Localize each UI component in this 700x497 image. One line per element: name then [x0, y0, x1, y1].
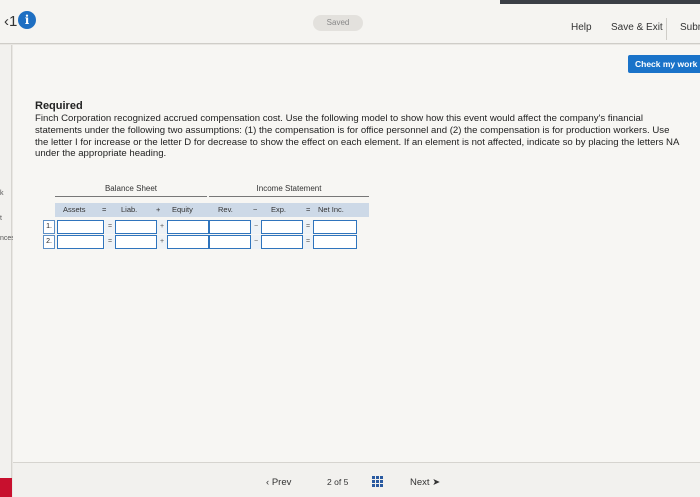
equity-input-1[interactable]	[167, 220, 209, 234]
balance-sheet-underline	[55, 196, 207, 197]
table-row: 1. = + − =	[43, 220, 369, 234]
net-inc-input-2[interactable]	[313, 235, 357, 249]
divider	[666, 18, 667, 40]
next-label: Next	[410, 477, 430, 488]
minus-sign: −	[251, 235, 261, 249]
publisher-logo-icon	[0, 478, 12, 497]
table-row: 2. = + − =	[43, 235, 369, 249]
check-my-work-button[interactable]: Check my work	[628, 55, 700, 73]
equals-sign: =	[303, 220, 313, 234]
column-header-row: Assets = Liab. + Equity Rev. − Exp. = Ne…	[55, 203, 369, 217]
assets-input-2[interactable]	[57, 235, 104, 249]
help-link[interactable]: Help	[571, 22, 592, 33]
submit-button[interactable]: Subm	[680, 22, 700, 33]
equals-sign: =	[303, 235, 313, 249]
equals-sign: =	[105, 220, 115, 234]
income-statement-underline	[209, 196, 369, 197]
col-exp: Exp.	[271, 205, 287, 214]
col-equity: Equity	[172, 205, 193, 214]
row-number: 1.	[43, 220, 55, 234]
col-liab: Liab.	[121, 205, 138, 214]
prev-label: Prev	[271, 477, 292, 488]
page-indicator: 2 of 5	[327, 477, 349, 487]
exp-input-1[interactable]	[261, 220, 303, 234]
col-assets: Assets	[63, 205, 86, 214]
left-strip-label: k	[0, 190, 4, 197]
col-op-minus: −	[253, 205, 258, 214]
saved-indicator: Saved	[313, 15, 363, 31]
income-statement-header: Income Statement	[256, 184, 322, 193]
left-strip-label: t	[0, 215, 2, 222]
plus-sign: +	[157, 220, 167, 234]
exp-input-2[interactable]	[261, 235, 303, 249]
next-button[interactable]: Next ➤	[410, 477, 440, 488]
rev-input-2[interactable]	[209, 235, 251, 249]
equals-sign: =	[105, 235, 115, 249]
question-number: ‹1	[4, 13, 18, 30]
top-dark-strip	[500, 0, 700, 4]
assets-input-1[interactable]	[57, 220, 104, 234]
liab-input-2[interactable]	[115, 235, 157, 249]
top-bar: ‹1 i Saved Help Save & Exit Subm	[0, 0, 700, 44]
left-panel-strip[interactable]: k t nces	[0, 45, 15, 497]
liab-input-1[interactable]	[115, 220, 157, 234]
question-panel	[13, 45, 700, 462]
row-number: 2.	[43, 235, 55, 249]
grid-icon[interactable]	[372, 476, 383, 487]
col-rev: Rev.	[218, 205, 233, 214]
col-net-inc: Net Inc.	[318, 205, 344, 214]
arrow-right-icon: ➤	[432, 477, 441, 488]
bottom-nav-bar	[13, 462, 700, 497]
equity-input-2[interactable]	[167, 235, 209, 249]
col-op-eq: =	[102, 205, 107, 214]
col-op-eq2: =	[306, 205, 311, 214]
minus-sign: −	[251, 220, 261, 234]
save-exit-button[interactable]: Save & Exit	[611, 22, 663, 33]
net-inc-input-1[interactable]	[313, 220, 357, 234]
rev-input-1[interactable]	[209, 220, 251, 234]
balance-sheet-header: Balance Sheet	[104, 184, 158, 193]
prev-button[interactable]: ‹ Prev	[266, 477, 291, 488]
col-op-plus: +	[156, 205, 161, 214]
plus-sign: +	[157, 235, 167, 249]
question-text: Finch Corporation recognized accrued com…	[35, 113, 679, 160]
required-heading: Required	[35, 100, 83, 112]
info-icon[interactable]: i	[18, 11, 36, 29]
